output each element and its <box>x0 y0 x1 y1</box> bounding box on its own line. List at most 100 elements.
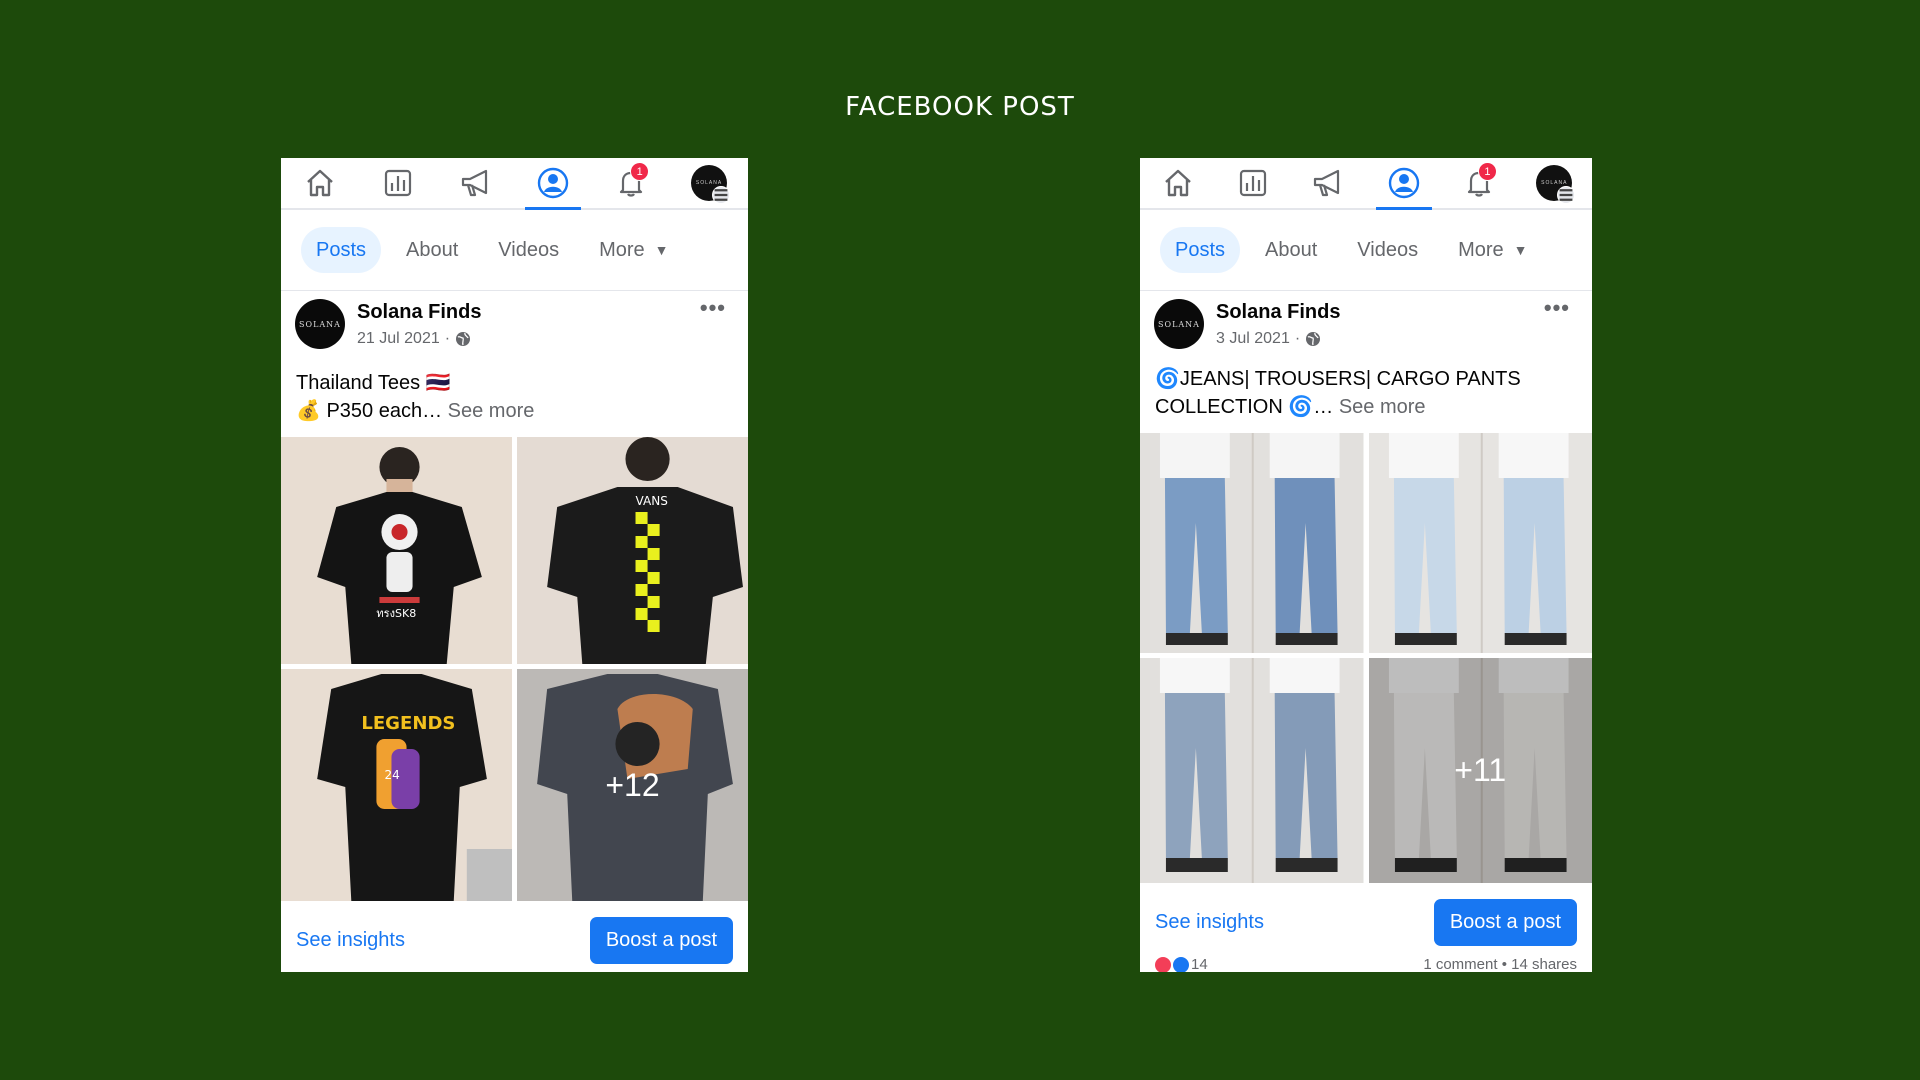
nav-account[interactable]: SOLANA <box>1526 158 1582 208</box>
post-header: SOLANA Solana Finds 3 Jul 2021 · ••• <box>1140 291 1592 349</box>
stats-separator: • <box>1501 956 1507 972</box>
photo-acid-wash-jeans[interactable] <box>1140 658 1364 883</box>
nav-notifications[interactable]: 1 <box>603 158 659 208</box>
insights-icon <box>1239 169 1267 197</box>
caption-line-1: 🌀JEANS| TROUSERS| CARGO PANTS <box>1155 368 1521 390</box>
like-reaction-icon <box>1173 956 1189 972</box>
nav-ads[interactable] <box>1300 158 1356 208</box>
author-avatar[interactable]: SOLANA <box>1154 299 1204 349</box>
date-separator: · <box>444 330 451 347</box>
nav-profile[interactable] <box>525 158 582 210</box>
photo-grey-tee-print[interactable]: +12 <box>517 669 748 901</box>
nav-profile[interactable] <box>1375 158 1432 210</box>
more-photos-count: +11 <box>1368 658 1592 883</box>
post-date-text: 3 Jul 2021 <box>1216 330 1290 347</box>
post-actions: See insights Boost a post <box>281 901 748 972</box>
author-name[interactable]: Solana Finds <box>357 301 481 324</box>
top-nav: 1 SOLANA <box>1140 158 1592 210</box>
nav-home[interactable] <box>1150 158 1206 208</box>
tab-posts[interactable]: Posts <box>1160 227 1241 273</box>
author-avatar[interactable]: SOLANA <box>295 299 345 349</box>
tab-about[interactable]: About <box>1250 227 1332 273</box>
notification-badge: 1 <box>1477 162 1497 181</box>
caption-line-2: COLLECTION 🌀… See more <box>1155 393 1577 421</box>
see-more-link[interactable]: See more <box>1339 396 1426 418</box>
nav-insights[interactable] <box>370 158 426 208</box>
post-caption: Thailand Tees 🇹🇭 💰 P350 each… See more <box>281 349 748 425</box>
svg-text:ทรงSK8: ทรงSK8 <box>376 607 416 620</box>
caption-text: COLLECTION 🌀… <box>1155 396 1334 418</box>
see-insights-link[interactable]: See insights <box>1155 911 1264 934</box>
top-nav: 1 SOLANA <box>281 158 748 210</box>
engagement-stats: 1 comment • 14 shares <box>1423 956 1577 972</box>
nav-notifications[interactable]: 1 <box>1451 158 1507 208</box>
profile-icon <box>538 167 569 199</box>
globe-icon <box>456 332 471 346</box>
tab-more[interactable]: More ▼ <box>1443 227 1542 273</box>
reaction-summary: 14 1 comment • 14 shares <box>1140 956 1592 972</box>
nav-insights[interactable] <box>1225 158 1281 208</box>
caret-down-icon: ▼ <box>654 242 669 258</box>
home-icon <box>307 169 333 197</box>
account-avatar: SOLANA <box>1536 165 1576 204</box>
reaction-count: 14 <box>1191 956 1208 972</box>
post-card-right: 1 SOLANA Posts About Videos More ▼ SOLANA… <box>1140 158 1592 972</box>
photo-grid: ทรงSK8 VANS LEGENDS 24 +12 <box>281 437 748 901</box>
caption-line-1: Thailand Tees 🇹🇭 <box>296 372 451 394</box>
post-date-text: 21 Jul 2021 <box>357 330 440 347</box>
photo-black-tee-vans[interactable]: VANS <box>517 437 748 664</box>
see-insights-link[interactable]: See insights <box>296 929 405 952</box>
love-reaction-icon <box>1155 956 1171 972</box>
svg-text:LEGENDS: LEGENDS <box>361 713 455 734</box>
tab-more-label: More <box>1458 238 1504 261</box>
tab-videos[interactable]: Videos <box>483 227 574 273</box>
profile-icon <box>1388 167 1419 199</box>
photo-black-tee-skater[interactable]: ทรงSK8 <box>281 437 512 664</box>
photo-light-jeans[interactable] <box>1368 433 1592 653</box>
nav-account[interactable]: SOLANA <box>681 158 737 208</box>
share-count[interactable]: 14 shares <box>1511 956 1577 972</box>
page-heading: FACEBOOK POST <box>845 92 1075 122</box>
post-caption: 🌀JEANS| TROUSERS| CARGO PANTS COLLECTION… <box>1140 349 1592 421</box>
nav-ads[interactable] <box>448 158 504 208</box>
photo-blue-jeans[interactable] <box>1140 433 1364 653</box>
tab-more-label: More <box>599 238 645 261</box>
boost-post-button[interactable]: Boost a post <box>589 917 733 964</box>
nav-home[interactable] <box>292 158 348 208</box>
globe-icon <box>1306 332 1321 346</box>
author-name[interactable]: Solana Finds <box>1216 301 1340 324</box>
megaphone-icon <box>461 169 487 197</box>
home-icon <box>1164 169 1191 197</box>
profile-tabs: Posts About Videos More ▼ <box>281 210 748 291</box>
comment-count[interactable]: 1 comment <box>1423 956 1497 972</box>
reaction-icons[interactable]: 14 <box>1155 956 1208 972</box>
insights-icon <box>384 169 411 197</box>
post-date: 3 Jul 2021 · <box>1216 330 1340 348</box>
photo-white-trousers[interactable]: +11 <box>1368 658 1592 883</box>
caption-text: 💰 P350 each… <box>296 400 443 422</box>
profile-tabs: Posts About Videos More ▼ <box>1140 210 1592 291</box>
post-card-left: 1 SOLANA Posts About Videos More ▼ SOLANA… <box>281 158 748 972</box>
tab-videos[interactable]: Videos <box>1342 227 1433 273</box>
avatar-logo-text: SOLANA <box>299 319 341 329</box>
megaphone-icon <box>1314 169 1340 197</box>
tab-more[interactable]: More ▼ <box>584 227 683 273</box>
photo-grid: +11 <box>1140 433 1592 883</box>
photo-black-tee-legends[interactable]: LEGENDS 24 <box>281 669 512 901</box>
see-more-link[interactable]: See more <box>448 400 535 422</box>
tab-about[interactable]: About <box>391 227 473 273</box>
avatar-logo-text: SOLANA <box>1158 319 1200 329</box>
post-actions: See insights Boost a post <box>1140 883 1592 962</box>
more-options-icon[interactable]: ••• <box>700 295 726 321</box>
caret-down-icon: ▼ <box>1513 242 1528 258</box>
svg-text:24: 24 <box>384 768 399 782</box>
more-photos-count: +12 <box>517 669 748 901</box>
post-date: 21 Jul 2021 · <box>357 330 481 348</box>
svg-text:VANS: VANS <box>636 494 668 508</box>
boost-post-button[interactable]: Boost a post <box>1433 899 1577 946</box>
date-separator: · <box>1294 330 1301 347</box>
more-options-icon[interactable]: ••• <box>1544 295 1570 321</box>
account-avatar: SOLANA <box>691 165 731 204</box>
menu-icon <box>1557 186 1576 204</box>
tab-posts[interactable]: Posts <box>301 227 382 273</box>
